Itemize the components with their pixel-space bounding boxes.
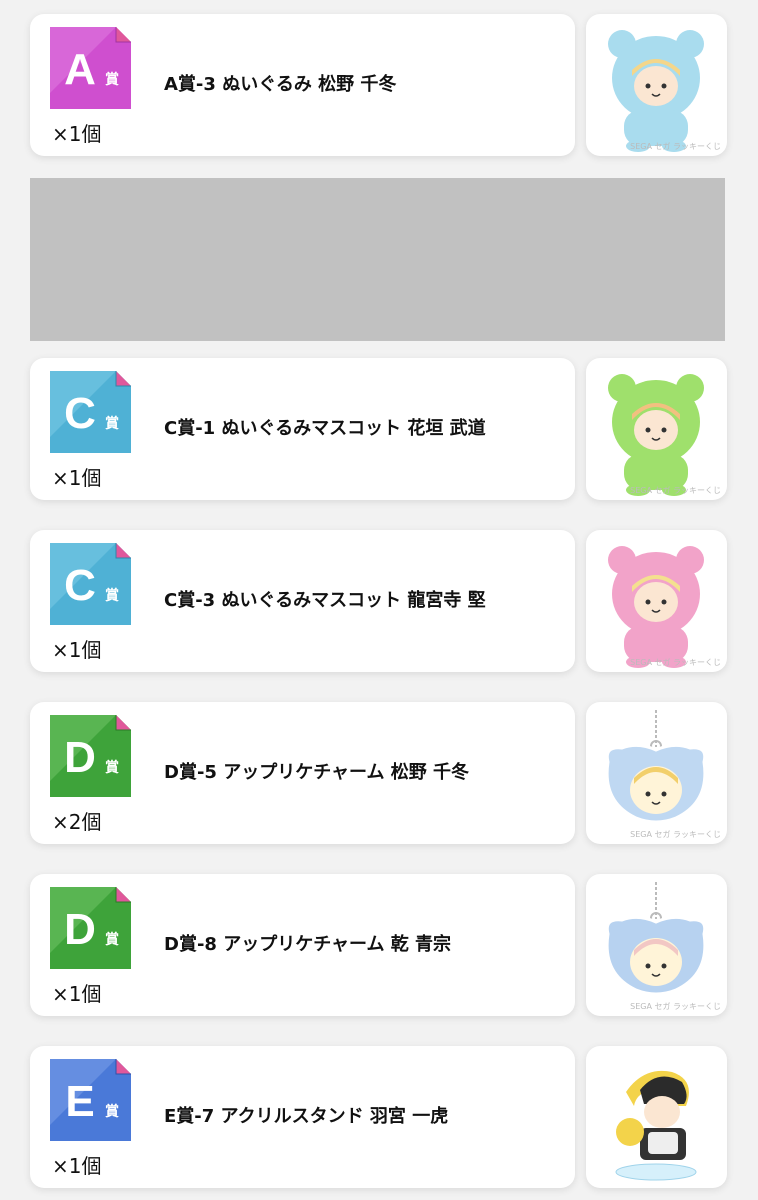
prize-title: A賞-3 ぬいぐるみ 松野 千冬	[164, 74, 397, 95]
svg-text:C: C	[64, 389, 96, 438]
watermark: SEGA セガ ラッキーくじ	[630, 486, 721, 495]
svg-text:賞: 賞	[105, 415, 119, 432]
prize-row[interactable]: E 賞 ×1個 E賞-7 アクリルスタンド 羽宮 一虎	[30, 1046, 727, 1188]
prize-title: D賞-5 アップリケチャーム 松野 千冬	[164, 762, 470, 783]
watermark: SEGA セガ ラッキーくじ	[630, 1002, 721, 1011]
prize-card[interactable]: D 賞 ×1個 D賞-8 アップリケチャーム 乾 青宗	[30, 874, 575, 1016]
prize-thumbnail[interactable]: SEGA セガ ラッキーくじ	[586, 874, 727, 1016]
applique-charm-icon	[586, 874, 727, 1016]
prize-row[interactable]: A 賞 ×1個 A賞-3 ぬいぐるみ 松野 千冬 SEGA セガ ラッキーくじ	[30, 14, 727, 156]
svg-text:賞: 賞	[105, 931, 119, 948]
quantity-label: ×1個	[52, 638, 102, 662]
prize-row[interactable]: C 賞 ×1個 C賞-3 ぬいぐるみマスコット 龍宮寺 堅 SEGA セガ ラッキ…	[30, 530, 727, 672]
svg-text:C: C	[64, 561, 96, 610]
prize-title: D賞-8 アップリケチャーム 乾 青宗	[164, 934, 452, 955]
prize-thumbnail[interactable]: SEGA セガ ラッキーくじ	[586, 530, 727, 672]
quantity-label: ×2個	[52, 810, 102, 834]
svg-text:E: E	[65, 1077, 94, 1126]
grade-badge-icon: D 賞	[50, 715, 131, 797]
prize-card[interactable]: A 賞 ×1個 A賞-3 ぬいぐるみ 松野 千冬	[30, 14, 575, 156]
prize-thumbnail[interactable]: SEGA セガ ラッキーくじ	[586, 702, 727, 844]
grade-badge-icon: D 賞	[50, 887, 131, 969]
prize-title: C賞-3 ぬいぐるみマスコット 龍宮寺 堅	[164, 590, 486, 611]
prize-thumbnail[interactable]: SEGA セガ ラッキーくじ	[586, 358, 727, 500]
prize-row[interactable]: D 賞 ×1個 D賞-8 アップリケチャーム 乾 青宗 SEGA セガ ラッキーく…	[30, 874, 727, 1016]
svg-text:賞: 賞	[105, 1103, 119, 1120]
plush-mascot-icon	[586, 530, 727, 672]
watermark: SEGA セガ ラッキーくじ	[630, 830, 721, 839]
svg-text:D: D	[64, 733, 96, 782]
watermark: SEGA セガ ラッキーくじ	[630, 142, 721, 151]
applique-charm-icon	[586, 702, 727, 844]
grade-badge-icon: E 賞	[50, 1059, 131, 1141]
svg-text:D: D	[64, 905, 96, 954]
svg-text:賞: 賞	[105, 759, 119, 776]
ad-placeholder	[30, 178, 725, 341]
plush-mascot-icon	[586, 358, 727, 500]
prize-card[interactable]: C 賞 ×1個 C賞-1 ぬいぐるみマスコット 花垣 武道	[30, 358, 575, 500]
prize-card[interactable]: D 賞 ×2個 D賞-5 アップリケチャーム 松野 千冬	[30, 702, 575, 844]
quantity-label: ×1個	[52, 122, 102, 146]
grade-badge-icon: C 賞	[50, 371, 131, 453]
prize-card[interactable]: E 賞 ×1個 E賞-7 アクリルスタンド 羽宮 一虎	[30, 1046, 575, 1188]
grade-badge-icon: A 賞	[50, 27, 131, 109]
quantity-label: ×1個	[52, 982, 102, 1006]
svg-text:A: A	[64, 45, 96, 94]
watermark: SEGA セガ ラッキーくじ	[630, 658, 721, 667]
prize-title: E賞-7 アクリルスタンド 羽宮 一虎	[164, 1106, 449, 1127]
prize-row[interactable]: C 賞 ×1個 C賞-1 ぬいぐるみマスコット 花垣 武道 SEGA セガ ラッキ…	[30, 358, 727, 500]
prize-thumbnail[interactable]: SEGA セガ ラッキーくじ	[586, 14, 727, 156]
prize-card[interactable]: C 賞 ×1個 C賞-3 ぬいぐるみマスコット 龍宮寺 堅	[30, 530, 575, 672]
svg-text:賞: 賞	[105, 71, 119, 88]
quantity-label: ×1個	[52, 1154, 102, 1178]
prize-title: C賞-1 ぬいぐるみマスコット 花垣 武道	[164, 418, 486, 439]
acrylic-stand-icon	[586, 1046, 727, 1188]
prize-row[interactable]: D 賞 ×2個 D賞-5 アップリケチャーム 松野 千冬 SEGA セガ ラッキー…	[30, 702, 727, 844]
prize-thumbnail[interactable]	[586, 1046, 727, 1188]
plush-bear-hood-icon	[586, 14, 727, 156]
quantity-label: ×1個	[52, 466, 102, 490]
svg-text:賞: 賞	[105, 587, 119, 604]
grade-badge-icon: C 賞	[50, 543, 131, 625]
